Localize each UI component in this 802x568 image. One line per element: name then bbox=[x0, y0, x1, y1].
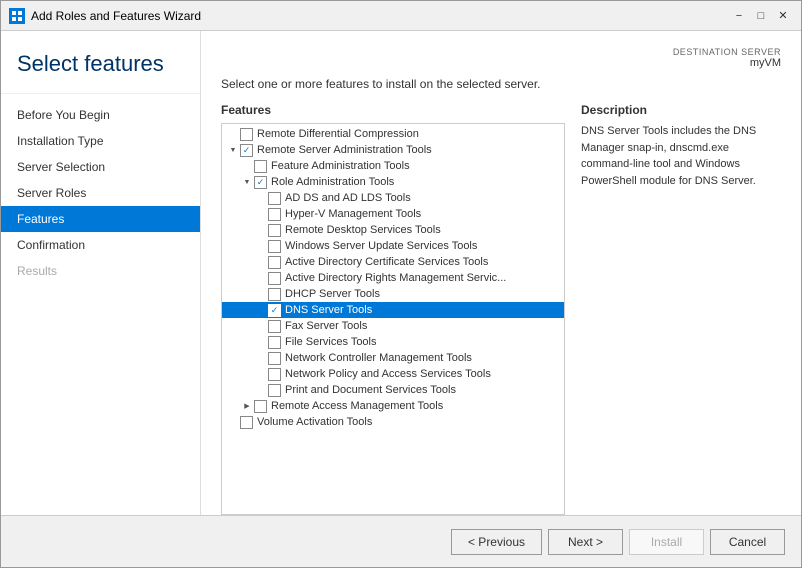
features-list: ▶Remote Differential Compression▼✓Remote… bbox=[222, 124, 564, 432]
instruction-text: Select one or more features to install o… bbox=[221, 77, 781, 91]
main-panel: DESTINATION SERVER myVM Select one or mo… bbox=[201, 31, 801, 515]
feature-checkbox[interactable] bbox=[254, 160, 267, 173]
features-list-container[interactable]: ▶Remote Differential Compression▼✓Remote… bbox=[221, 123, 565, 515]
feature-checkbox[interactable]: ✓ bbox=[254, 176, 267, 189]
expand-arrow: ▼ bbox=[226, 143, 240, 157]
nav-item-before-you-begin[interactable]: Before You Begin bbox=[1, 102, 200, 128]
minimize-button[interactable]: − bbox=[729, 6, 749, 26]
panel-body: Features ▶Remote Differential Compressio… bbox=[221, 103, 781, 515]
main-window: Add Roles and Features Wizard − □ ✕ Sele… bbox=[0, 0, 802, 568]
feature-label: Remote Desktop Services Tools bbox=[285, 224, 441, 236]
feature-label: File Services Tools bbox=[285, 336, 377, 348]
feature-label: DHCP Server Tools bbox=[285, 288, 380, 300]
feature-label: Remote Differential Compression bbox=[257, 128, 419, 140]
feature-checkbox[interactable] bbox=[254, 400, 267, 413]
cancel-button[interactable]: Cancel bbox=[710, 529, 785, 555]
feature-item[interactable]: ▶Active Directory Certificate Services T… bbox=[222, 254, 564, 270]
feature-label: Fax Server Tools bbox=[285, 320, 367, 332]
feature-label: Remote Server Administration Tools bbox=[257, 144, 432, 156]
feature-item[interactable]: ▶Active Directory Rights Management Serv… bbox=[222, 270, 564, 286]
destination-label: DESTINATION SERVER bbox=[221, 47, 781, 57]
feature-checkbox[interactable] bbox=[268, 224, 281, 237]
nav-item-confirmation[interactable]: Confirmation bbox=[1, 232, 200, 258]
feature-label: Hyper-V Management Tools bbox=[285, 208, 421, 220]
feature-item[interactable]: ▶AD DS and AD LDS Tools bbox=[222, 190, 564, 206]
feature-item[interactable]: ▶File Services Tools bbox=[222, 334, 564, 350]
feature-label: AD DS and AD LDS Tools bbox=[285, 192, 411, 204]
maximize-button[interactable]: □ bbox=[751, 6, 771, 26]
feature-checkbox[interactable]: ✓ bbox=[240, 144, 253, 157]
description-label: Description bbox=[581, 103, 781, 117]
feature-item[interactable]: ▶Network Policy and Access Services Tool… bbox=[222, 366, 564, 382]
feature-checkbox[interactable] bbox=[268, 256, 281, 269]
features-panel: Features ▶Remote Differential Compressio… bbox=[221, 103, 565, 515]
feature-label: Feature Administration Tools bbox=[271, 160, 410, 172]
page-title: Select features bbox=[1, 31, 200, 94]
feature-label: Network Policy and Access Services Tools bbox=[285, 368, 491, 380]
feature-checkbox[interactable] bbox=[268, 272, 281, 285]
sidebar: Select features Before You BeginInstalla… bbox=[1, 31, 201, 515]
feature-item[interactable]: ▶Print and Document Services Tools bbox=[222, 382, 564, 398]
nav-item-features[interactable]: Features bbox=[1, 206, 200, 232]
feature-checkbox[interactable] bbox=[268, 336, 281, 349]
feature-item[interactable]: ▶✓DNS Server Tools bbox=[222, 302, 564, 318]
feature-item[interactable]: ▶Feature Administration Tools bbox=[222, 158, 564, 174]
feature-label: Print and Document Services Tools bbox=[285, 384, 456, 396]
feature-label: DNS Server Tools bbox=[285, 304, 372, 316]
feature-checkbox[interactable] bbox=[268, 240, 281, 253]
server-name: myVM bbox=[221, 57, 781, 69]
feature-checkbox[interactable] bbox=[240, 416, 253, 429]
feature-label: Network Controller Management Tools bbox=[285, 352, 472, 364]
window-controls: − □ ✕ bbox=[729, 6, 793, 26]
feature-checkbox[interactable] bbox=[268, 192, 281, 205]
feature-item[interactable]: ▼✓ Remote Server Administration Tools bbox=[222, 142, 564, 158]
feature-checkbox[interactable] bbox=[268, 208, 281, 221]
close-button[interactable]: ✕ bbox=[773, 6, 793, 26]
next-button[interactable]: Next > bbox=[548, 529, 623, 555]
feature-checkbox[interactable] bbox=[268, 352, 281, 365]
feature-item[interactable]: ▶Hyper-V Management Tools bbox=[222, 206, 564, 222]
feature-label: Active Directory Certificate Services To… bbox=[285, 256, 488, 268]
feature-label: Active Directory Rights Management Servi… bbox=[285, 272, 506, 284]
destination-server: DESTINATION SERVER myVM bbox=[221, 47, 781, 69]
feature-item[interactable]: ▶Fax Server Tools bbox=[222, 318, 564, 334]
feature-item[interactable]: ▶Network Controller Management Tools bbox=[222, 350, 564, 366]
previous-button[interactable]: < Previous bbox=[451, 529, 542, 555]
features-label: Features bbox=[221, 103, 565, 117]
nav-item-server-roles[interactable]: Server Roles bbox=[1, 180, 200, 206]
content-area: Select features Before You BeginInstalla… bbox=[1, 31, 801, 515]
feature-item[interactable]: ▶Remote Desktop Services Tools bbox=[222, 222, 564, 238]
footer: < Previous Next > Install Cancel bbox=[1, 515, 801, 567]
feature-label: Remote Access Management Tools bbox=[271, 400, 443, 412]
install-button[interactable]: Install bbox=[629, 529, 704, 555]
feature-checkbox[interactable] bbox=[240, 128, 253, 141]
expand-arrow: ▼ bbox=[240, 175, 254, 189]
feature-checkbox[interactable]: ✓ bbox=[268, 304, 281, 317]
feature-label: Volume Activation Tools bbox=[257, 416, 372, 428]
nav-item-server-selection[interactable]: Server Selection bbox=[1, 154, 200, 180]
feature-item[interactable]: ▶DHCP Server Tools bbox=[222, 286, 564, 302]
expand-arrow: ▶ bbox=[240, 399, 254, 413]
app-icon bbox=[9, 8, 25, 24]
feature-item[interactable]: ▶Remote Differential Compression bbox=[222, 126, 564, 142]
feature-checkbox[interactable] bbox=[268, 320, 281, 333]
feature-item[interactable]: ▶ Remote Access Management Tools bbox=[222, 398, 564, 414]
feature-checkbox[interactable] bbox=[268, 288, 281, 301]
title-bar: Add Roles and Features Wizard − □ ✕ bbox=[1, 1, 801, 31]
feature-item[interactable]: ▶Volume Activation Tools bbox=[222, 414, 564, 430]
description-text: DNS Server Tools includes the DNS Manage… bbox=[581, 123, 781, 189]
feature-checkbox[interactable] bbox=[268, 368, 281, 381]
feature-label: Role Administration Tools bbox=[271, 176, 394, 188]
nav-item-results: Results bbox=[1, 258, 200, 284]
description-panel: Description DNS Server Tools includes th… bbox=[581, 103, 781, 515]
nav-list: Before You BeginInstallation TypeServer … bbox=[1, 94, 200, 292]
feature-item[interactable]: ▼✓ Role Administration Tools bbox=[222, 174, 564, 190]
nav-item-installation-type[interactable]: Installation Type bbox=[1, 128, 200, 154]
window-title: Add Roles and Features Wizard bbox=[31, 9, 729, 23]
feature-item[interactable]: ▶Windows Server Update Services Tools bbox=[222, 238, 564, 254]
feature-label: Windows Server Update Services Tools bbox=[285, 240, 477, 252]
feature-checkbox[interactable] bbox=[268, 384, 281, 397]
